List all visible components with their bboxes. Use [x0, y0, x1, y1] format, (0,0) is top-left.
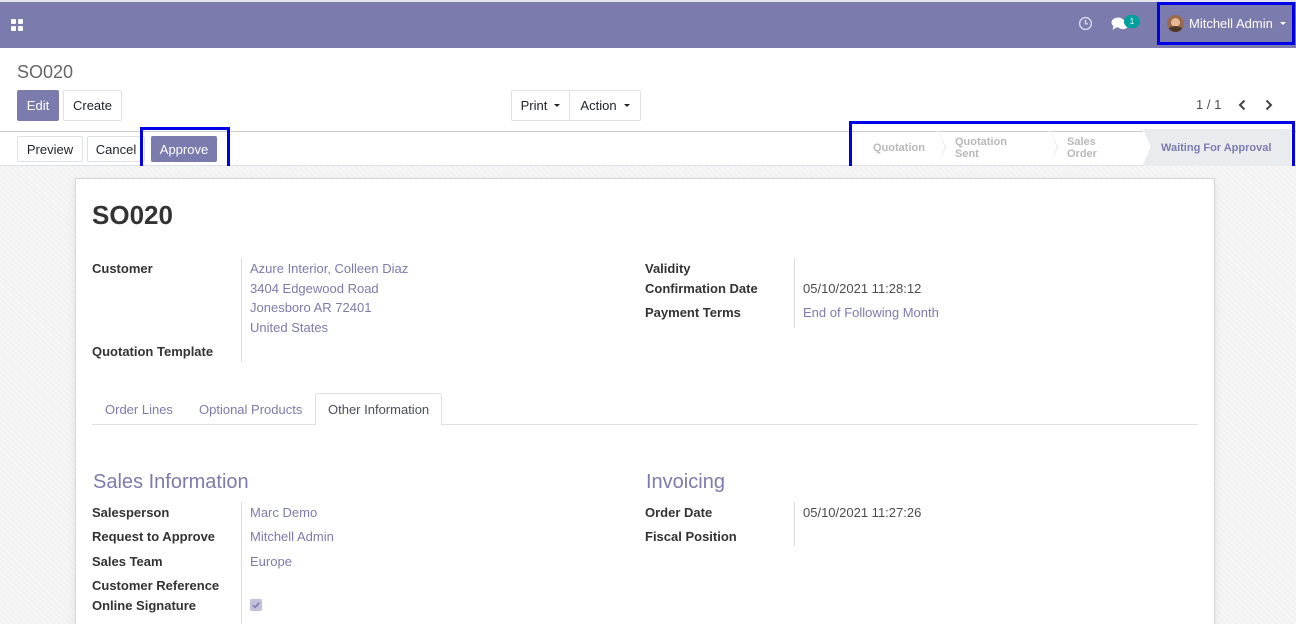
sales-team-label: Sales Team — [92, 554, 163, 569]
invoicing-title: Invoicing — [646, 471, 725, 493]
request-to-approve-label: Request to Approve — [92, 529, 216, 544]
apps-grid-icon[interactable] — [11, 19, 24, 32]
sales-information-title: Sales Information — [93, 471, 249, 493]
field-divider — [241, 258, 242, 362]
preview-button[interactable]: Preview — [17, 136, 83, 162]
breadcrumb: SO020 — [17, 62, 74, 82]
caret-down-icon — [554, 104, 561, 107]
salesperson-label: Salesperson — [92, 505, 170, 520]
customer-street[interactable]: 3404 Edgewood Road — [250, 281, 379, 296]
clock-icon[interactable] — [1078, 16, 1093, 31]
fiscal-position-label: Fiscal Position — [645, 529, 737, 544]
customer-reference-label: Customer Reference — [92, 578, 220, 593]
caret-down-icon — [1279, 22, 1286, 25]
print-dropdown[interactable]: Print — [511, 90, 570, 121]
validity-label: Validity — [645, 261, 691, 276]
create-button[interactable]: Create — [63, 90, 122, 121]
message-count-badge: 1 — [1124, 15, 1140, 28]
edit-button[interactable]: Edit — [17, 90, 59, 121]
customer-city[interactable]: Jonesboro AR 72401 — [250, 300, 371, 315]
payment-terms-link[interactable]: End of Following Month — [803, 305, 939, 320]
customer-country[interactable]: United States — [250, 320, 328, 335]
field-divider — [794, 502, 795, 546]
pager-value[interactable]: 1 / 1 — [1196, 97, 1221, 112]
caret-down-icon — [623, 104, 630, 107]
document-title: SO020 — [92, 200, 173, 230]
online-signature-label: Online Signature — [92, 598, 197, 613]
tab-optional-products[interactable]: Optional Products — [187, 393, 314, 425]
payment-terms-label: Payment Terms — [645, 305, 741, 320]
online-signature-checkbox[interactable] — [250, 599, 262, 611]
quotation-template-label: Quotation Template — [92, 344, 214, 359]
sales-team-link[interactable]: Europe — [250, 554, 292, 569]
field-divider — [241, 502, 242, 624]
order-date-value: 05/10/2021 11:27:26 — [803, 505, 922, 520]
order-date-label: Order Date — [645, 505, 713, 520]
action-dropdown[interactable]: Action — [569, 90, 641, 121]
approve-highlight — [140, 127, 230, 169]
customer-name-link[interactable]: Azure Interior, Colleen Diaz — [250, 261, 408, 276]
salesperson-link[interactable]: Marc Demo — [250, 505, 317, 520]
cancel-button[interactable]: Cancel — [87, 136, 145, 162]
customer-label: Customer — [92, 261, 153, 276]
stage-bar-highlight — [849, 121, 1295, 172]
field-divider — [794, 258, 795, 328]
print-label: Print — [520, 98, 548, 113]
request-to-approve-link[interactable]: Mitchell Admin — [250, 529, 334, 544]
chevron-left-icon[interactable] — [1237, 99, 1247, 111]
avatar — [1167, 15, 1184, 32]
tab-order-lines[interactable]: Order Lines — [93, 393, 185, 425]
user-name: Mitchell Admin — [1189, 16, 1273, 31]
confirmation-date-value: 05/10/2021 11:28:12 — [803, 281, 922, 296]
tab-other-information[interactable]: Other Information — [315, 393, 443, 426]
user-menu-button[interactable]: Mitchell Admin — [1157, 2, 1295, 45]
confirmation-date-label: Confirmation Date — [645, 281, 758, 296]
check-icon — [252, 602, 260, 609]
action-label: Action — [580, 98, 617, 113]
top-navbar: 1 — [0, 0, 1296, 48]
chevron-right-icon[interactable] — [1264, 99, 1274, 111]
